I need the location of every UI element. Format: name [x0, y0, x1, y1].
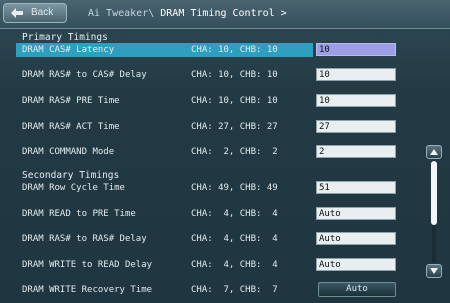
- timing-list: Primary Timings DRAM CAS# Latency CHA: 1…: [0, 28, 450, 303]
- row-channel-values: CHA: 10, CHB: 10: [191, 96, 278, 106]
- scrollbar[interactable]: [426, 145, 442, 278]
- row-value-dropdown-button[interactable]: Auto: [318, 282, 396, 297]
- scroll-down-button[interactable]: [426, 264, 442, 278]
- timing-row-ras-act[interactable]: DRAM RAS# ACT Time CHA: 27, CHB: 27 27: [16, 120, 396, 134]
- row-value-input[interactable]: 2: [316, 145, 396, 158]
- row-value-input[interactable]: 51: [316, 181, 396, 194]
- row-channel-values: CHA: 49, CHB: 49: [191, 183, 278, 193]
- row-value-input[interactable]: 10: [316, 43, 396, 56]
- scroll-up-button[interactable]: [426, 145, 442, 159]
- row-label: DRAM RAS# PRE Time: [22, 96, 120, 106]
- scroll-down-icon: [430, 268, 438, 274]
- row-channel-values: CHA: 7, CHB: 7: [191, 285, 278, 295]
- row-label: DRAM RAS# ACT Time: [22, 122, 120, 132]
- row-channel-values: CHA: 4, CHB: 4: [191, 234, 278, 244]
- timing-row-read-to-pre[interactable]: DRAM READ to PRE Time CHA: 4, CHB: 4 Aut…: [16, 207, 396, 221]
- back-arrow-icon: [11, 8, 23, 18]
- row-value-input[interactable]: Auto: [316, 232, 396, 245]
- timing-row-write-to-read[interactable]: DRAM WRITE to READ Delay CHA: 4, CHB: 4 …: [16, 258, 396, 272]
- scroll-thumb[interactable]: [431, 161, 437, 225]
- row-label: DRAM RAS# to RAS# Delay: [22, 234, 147, 244]
- row-channel-values: CHA: 10, CHB: 10: [191, 70, 278, 80]
- row-label: DRAM WRITE to READ Delay: [22, 260, 153, 270]
- timing-row-ras-to-ras[interactable]: DRAM RAS# to RAS# Delay CHA: 4, CHB: 4 A…: [16, 232, 396, 246]
- row-label: DRAM READ to PRE Time: [22, 209, 136, 219]
- row-value-input[interactable]: 27: [316, 120, 396, 133]
- row-channel-values: CHA: 4, CHB: 4: [191, 260, 278, 270]
- row-value-input[interactable]: 10: [316, 68, 396, 81]
- breadcrumb-parent[interactable]: Ai Tweaker\: [88, 8, 154, 19]
- breadcrumb: Ai Tweaker\ DRAM Timing Control >: [88, 8, 287, 19]
- breadcrumb-current: DRAM Timing Control >: [160, 8, 287, 19]
- row-label: DRAM COMMAND Mode: [22, 147, 115, 157]
- row-value-input[interactable]: 10: [316, 94, 396, 107]
- row-label: DRAM Row Cycle Time: [22, 183, 125, 193]
- bios-screen: Back Ai Tweaker\ DRAM Timing Control > P…: [0, 0, 450, 303]
- timing-row-cas-latency[interactable]: DRAM CAS# Latency CHA: 10, CHB: 10 10: [16, 43, 396, 57]
- row-label: DRAM CAS# Latency: [22, 45, 115, 55]
- back-button-label: Back: [31, 7, 54, 18]
- section-header-secondary: Secondary Timings: [22, 170, 120, 181]
- row-channel-values: CHA: 2, CHB: 2: [191, 147, 278, 157]
- back-button[interactable]: Back: [3, 3, 67, 23]
- row-label: DRAM RAS# to CAS# Delay: [22, 70, 147, 80]
- row-channel-values: CHA: 10, CHB: 10: [191, 45, 278, 55]
- section-header-primary: Primary Timings: [22, 32, 108, 43]
- timing-row-ras-to-cas[interactable]: DRAM RAS# to CAS# Delay CHA: 10, CHB: 10…: [16, 68, 396, 82]
- row-value-input[interactable]: Auto: [316, 207, 396, 220]
- row-channel-values: CHA: 27, CHB: 27: [191, 122, 278, 132]
- timing-row-row-cycle[interactable]: DRAM Row Cycle Time CHA: 49, CHB: 49 51: [16, 181, 396, 195]
- row-label: DRAM WRITE Recovery Time: [22, 285, 153, 295]
- timing-row-command-mode[interactable]: DRAM COMMAND Mode CHA: 2, CHB: 2 2: [16, 145, 396, 159]
- scroll-up-icon: [430, 149, 438, 155]
- row-channel-values: CHA: 4, CHB: 4: [191, 209, 278, 219]
- top-bar: Back Ai Tweaker\ DRAM Timing Control >: [0, 0, 450, 29]
- timing-row-write-recovery[interactable]: DRAM WRITE Recovery Time CHA: 7, CHB: 7 …: [16, 282, 396, 297]
- timing-row-ras-pre[interactable]: DRAM RAS# PRE Time CHA: 10, CHB: 10 10: [16, 94, 396, 108]
- row-value-input[interactable]: Auto: [316, 258, 396, 271]
